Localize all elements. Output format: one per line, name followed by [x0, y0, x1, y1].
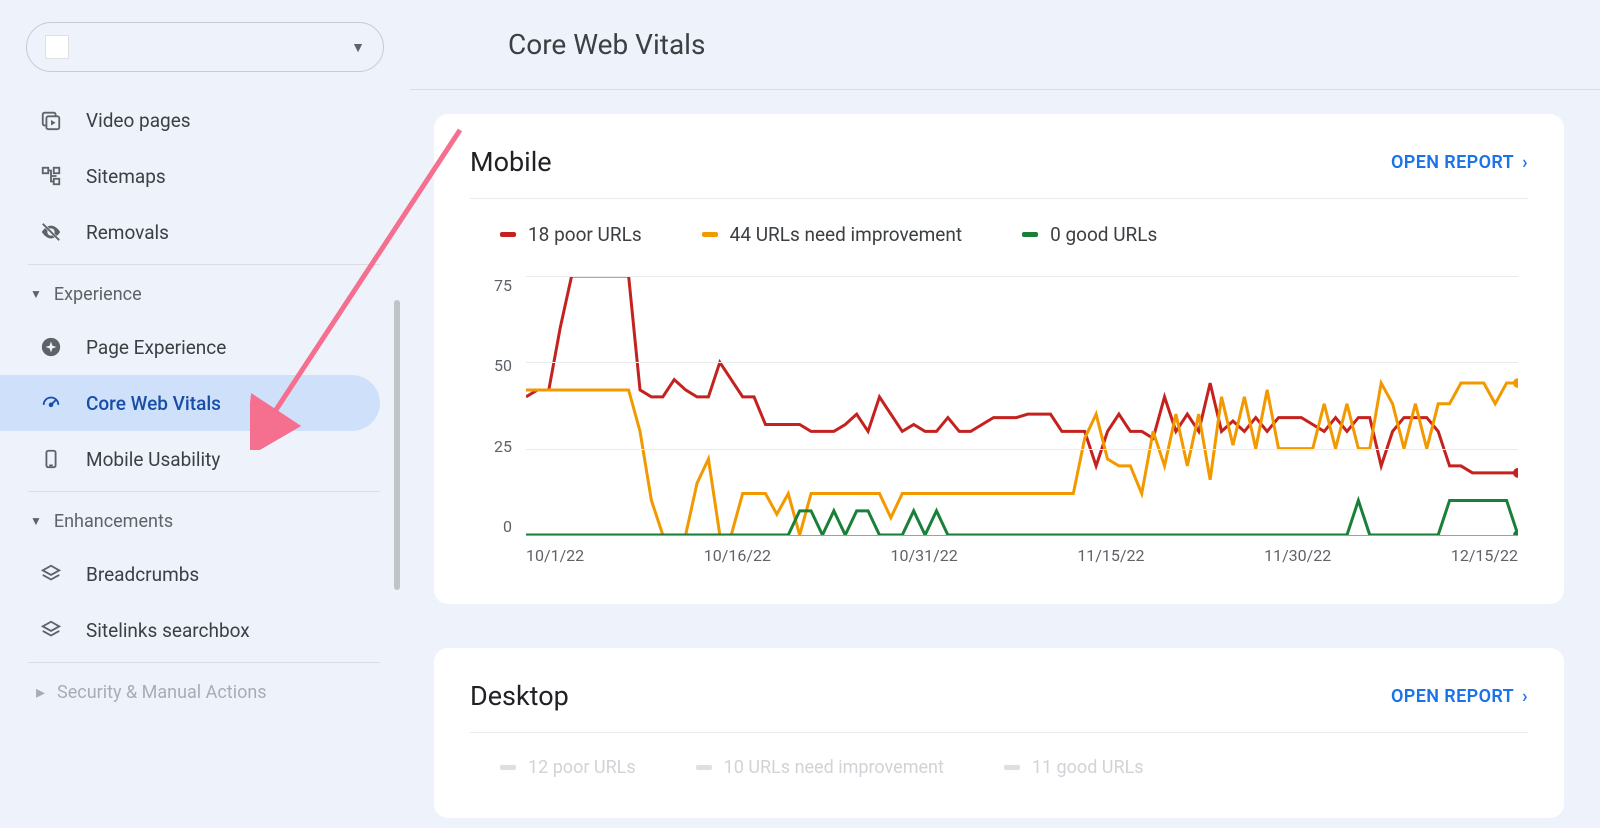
property-favicon: [45, 35, 69, 59]
chevron-right-icon: ▸: [36, 682, 45, 703]
sidebar-item-page-experience[interactable]: Page Experience: [0, 319, 380, 375]
chevron-down-icon: ▼: [30, 287, 42, 301]
y-tick-label: 0: [503, 517, 512, 536]
series-line: [526, 500, 1518, 535]
chevron-right-icon: ›: [1522, 152, 1528, 173]
legend-label: 10 URLs need improvement: [724, 757, 944, 778]
divider: [28, 491, 380, 492]
sitemap-icon: [40, 165, 62, 187]
card-desktop: Desktop OPEN REPORT › 12 poor URLs 10 URL…: [434, 648, 1564, 818]
sidebar: ▼ Video pages Sitemaps Removals ▼ Experienc…: [0, 0, 410, 828]
legend-label: 18 poor URLs: [528, 223, 642, 246]
gridline: [526, 362, 1518, 363]
sidebar-item-label: Removals: [86, 221, 169, 244]
scrollbar-thumb[interactable]: [394, 300, 400, 590]
legend-swatch: [1022, 232, 1038, 237]
legend-label: 11 good URLs: [1032, 757, 1144, 778]
x-tick-label: 11/30/22: [1264, 546, 1331, 576]
gridline: [526, 449, 1518, 450]
sidebar-item-label: Core Web Vitals: [86, 392, 221, 415]
y-tick-label: 50: [494, 356, 512, 375]
sidebar-item-label: Mobile Usability: [86, 448, 220, 471]
sidebar-section-enhancements[interactable]: ▼ Enhancements: [0, 496, 410, 546]
x-axis-labels: 10/1/22 10/16/22 10/31/22 11/15/22 11/30/22 1…: [526, 546, 1518, 576]
sidebar-item-sitemap[interactable]: Sitemaps: [0, 148, 380, 204]
open-report-desktop[interactable]: OPEN REPORT ›: [1391, 686, 1528, 707]
series-end-dot: [1513, 530, 1518, 535]
legend-desktop: 12 poor URLs 10 URLs need improvement 11 g…: [470, 757, 1528, 778]
sidebar-item-label: Page Experience: [86, 336, 226, 359]
sidebar-section-experience[interactable]: ▼ Experience: [0, 269, 410, 319]
legend-swatch: [500, 232, 516, 237]
legend-item: 44 URLs need improvement: [702, 223, 962, 246]
sidebar-item-label: Sitelinks searchbox: [86, 619, 250, 642]
legend-mobile: 18 poor URLs 44 URLs need improvement 0 go…: [470, 223, 1528, 246]
legend-label: 44 URLs need improvement: [730, 223, 962, 246]
chevron-down-icon: ▼: [30, 514, 42, 528]
sidebar-item-removal[interactable]: Removals: [0, 204, 380, 260]
x-tick-label: 10/16/22: [704, 546, 771, 576]
legend-label: 12 poor URLs: [528, 757, 636, 778]
card-title-mobile: Mobile: [470, 146, 552, 178]
x-tick-label: 11/15/22: [1077, 546, 1144, 576]
layers-icon: [40, 563, 62, 585]
page-title: Core Web Vitals: [508, 28, 705, 61]
series-end-dot: [1513, 468, 1518, 478]
legend-item: 11 good URLs: [1004, 757, 1144, 778]
y-tick-label: 25: [494, 437, 512, 456]
main: Core Web Vitals Mobile OPEN REPORT › 18 …: [410, 0, 1600, 828]
property-selector[interactable]: ▼: [26, 22, 384, 72]
divider: [28, 264, 380, 265]
speed-icon: [40, 392, 62, 414]
y-tick-label: 75: [494, 276, 512, 295]
chart-mobile: 7550250 10/1/2210/16/2210/31/2211/15/221…: [470, 276, 1528, 576]
series-end-dot: [1513, 378, 1518, 388]
sidebar-item-mobile-usability[interactable]: Mobile Usability: [0, 431, 380, 487]
sidebar-item-core-web-vitals[interactable]: Core Web Vitals: [0, 375, 380, 431]
section-title: Experience: [54, 284, 142, 305]
layers-icon: [40, 619, 62, 641]
removal-icon: [40, 221, 62, 243]
open-report-label: OPEN REPORT: [1391, 686, 1514, 707]
sidebar-item-video[interactable]: Video pages: [0, 92, 380, 148]
x-tick-label: 12/15/22: [1451, 546, 1518, 576]
chevron-down-icon: ▼: [351, 39, 365, 56]
legend-item: 12 poor URLs: [500, 757, 636, 778]
video-icon: [40, 109, 62, 131]
card-mobile: Mobile OPEN REPORT › 18 poor URLs 44 URLs…: [434, 114, 1564, 604]
open-report-mobile[interactable]: OPEN REPORT ›: [1391, 152, 1528, 173]
legend-item: 10 URLs need improvement: [696, 757, 944, 778]
divider: [28, 662, 380, 663]
legend-item: 0 good URLs: [1022, 223, 1157, 246]
section-title: Security & Manual Actions: [57, 682, 267, 703]
gridline: [526, 276, 1518, 277]
page-header: Core Web Vitals: [410, 0, 1600, 90]
sidebar-nav-top: Video pages Sitemaps Removals: [0, 92, 410, 260]
content: Mobile OPEN REPORT › 18 poor URLs 44 URLs…: [410, 90, 1600, 818]
x-tick-label: 10/31/22: [891, 546, 958, 576]
series-line: [526, 383, 1518, 535]
y-axis-labels: 75 50 25 0: [470, 276, 518, 536]
phone-icon: [40, 448, 62, 470]
sidebar-item-label: Breadcrumbs: [86, 563, 199, 586]
legend-label: 0 good URLs: [1050, 223, 1157, 246]
chevron-right-icon: ›: [1522, 686, 1528, 707]
sparkle-icon: [40, 336, 62, 358]
sidebar-section-security[interactable]: ▸ Security & Manual Actions: [0, 667, 410, 717]
legend-item: 18 poor URLs: [500, 223, 642, 246]
legend-swatch: [696, 765, 712, 770]
card-title-desktop: Desktop: [470, 680, 569, 712]
legend-swatch: [500, 765, 516, 770]
plot-area: [526, 276, 1518, 536]
legend-swatch: [702, 232, 718, 237]
sidebar-item-breadcrumbs[interactable]: Breadcrumbs: [0, 546, 380, 602]
sidebar-item-label: Video pages: [86, 109, 191, 132]
open-report-label: OPEN REPORT: [1391, 152, 1514, 173]
x-tick-label: 10/1/22: [526, 546, 584, 576]
legend-swatch: [1004, 765, 1020, 770]
section-title: Enhancements: [54, 511, 173, 532]
sidebar-item-sitelinks-searchbox[interactable]: Sitelinks searchbox: [0, 602, 380, 658]
sidebar-item-label: Sitemaps: [86, 165, 166, 188]
